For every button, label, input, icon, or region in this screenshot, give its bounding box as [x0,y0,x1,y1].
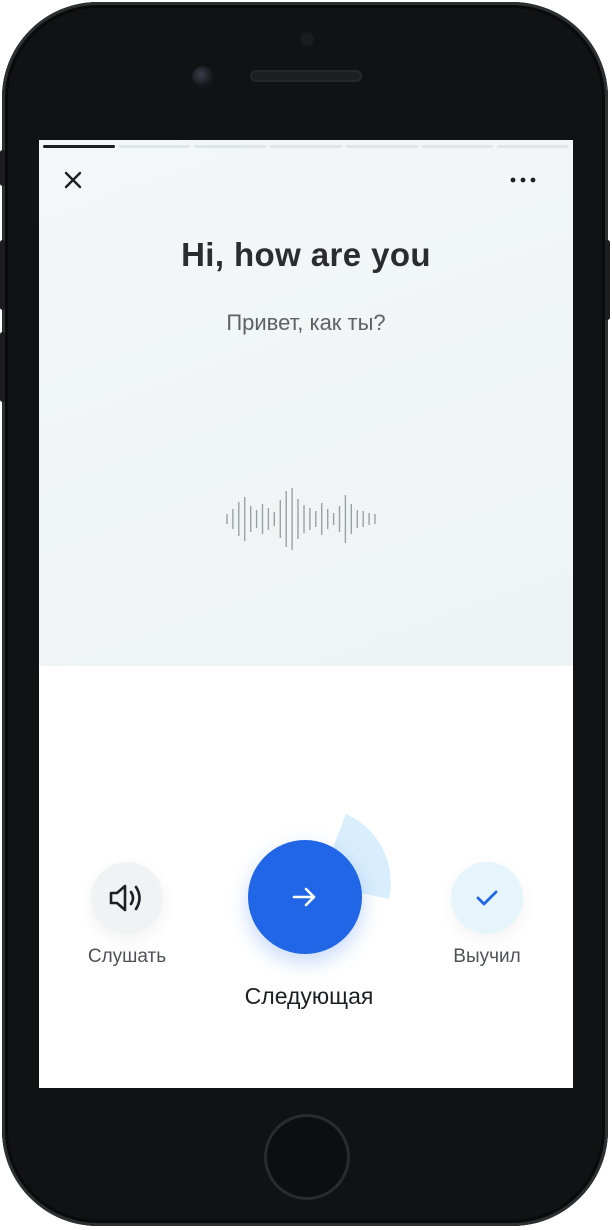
earpiece-speaker [250,70,362,82]
speaker-icon [109,884,141,912]
close-button[interactable] [59,166,87,194]
phone-power-button [605,240,610,320]
arrow-right-icon [292,887,316,907]
listen-circle[interactable] [91,862,163,934]
front-camera [192,66,214,88]
more-dots-icon [510,177,536,183]
audio-waveform-icon [226,488,376,550]
progress-segment [270,145,342,148]
phone-volume-down-button [0,332,5,402]
next-circle[interactable] [248,840,362,954]
learned-label: Выучил [453,946,521,967]
progress-segment [345,145,418,148]
close-icon [64,171,82,189]
phone-volume-up-button [0,240,5,310]
camera-sensor [300,32,314,46]
check-icon [476,890,498,906]
learned-circle[interactable] [451,862,523,934]
progress-segment [194,145,267,148]
progress-segment [118,145,191,148]
translation-text: Привет, как ты? [226,310,386,335]
progress-segment [421,145,494,148]
progress-segment [43,145,115,148]
progress-bar [43,145,570,148]
phrase-text: Hi, how are you [181,236,431,273]
app-screen: Hi, how are you Привет, как ты? Слушать … [39,140,573,1088]
phone-side-button [0,150,5,186]
home-button[interactable] [264,1114,350,1200]
progress-segment [497,145,570,148]
next-label: Следующая [244,983,374,1009]
listen-label: Слушать [87,946,167,967]
flashcard: Hi, how are you Привет, как ты? [39,140,573,666]
more-options-button[interactable] [505,166,541,194]
